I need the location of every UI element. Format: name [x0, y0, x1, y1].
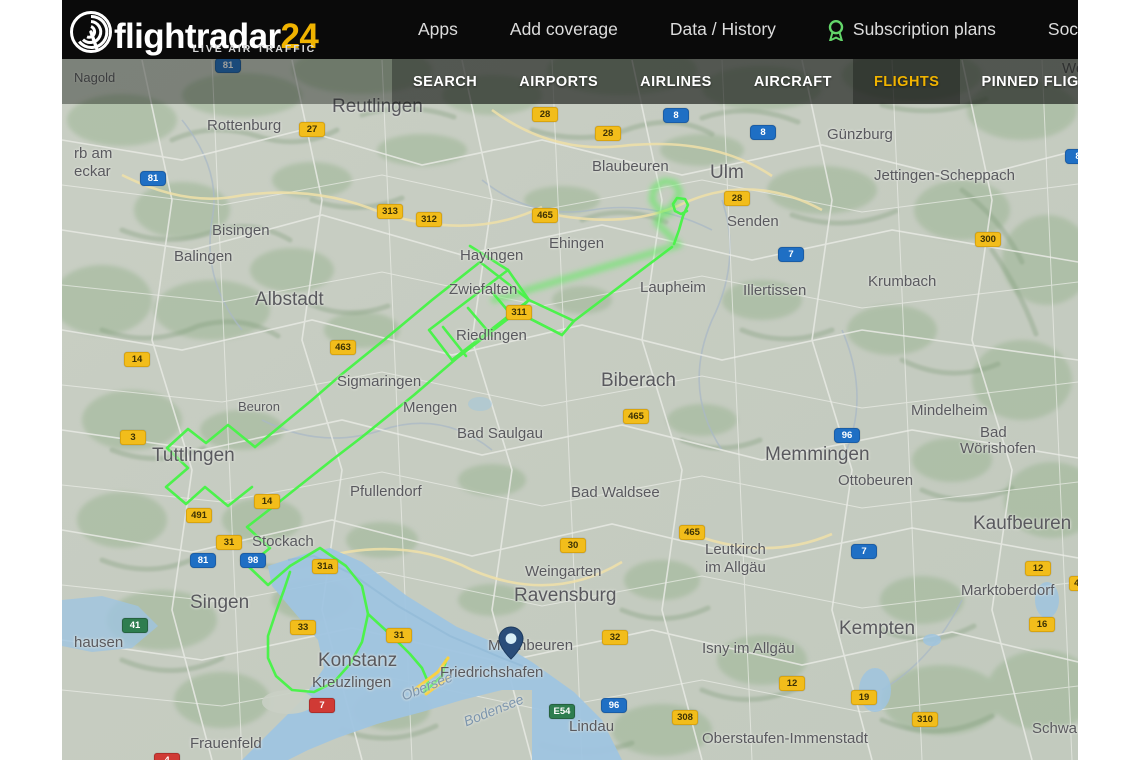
road-shield: 96	[601, 698, 627, 713]
road-shield: 28	[595, 126, 621, 141]
secondary-tabbar: SEARCH AIRPORTS AIRLINES AIRCRAFT FLIGHT…	[392, 59, 1078, 104]
road-shield: 14	[254, 494, 280, 509]
road-shield: 311	[506, 305, 532, 320]
road-shield: 31	[386, 628, 412, 643]
tab-pinned-flights[interactable]: PINNED FLIGHTS	[960, 59, 1078, 104]
road-shield: 41	[122, 618, 148, 633]
road-shield: 463	[330, 340, 356, 355]
road-shield: 7	[851, 544, 877, 559]
map-canvas[interactable]: Nagold Reutlingen Rottenburg rb am eckar Blau…	[62, 0, 1078, 760]
tab-aircraft[interactable]: AIRCRAFT	[732, 59, 853, 104]
nav-item-subscription-plans[interactable]: Subscription plans	[802, 19, 1022, 42]
road-shield: 12	[1025, 561, 1051, 576]
tab-airlines-label: AIRLINES	[640, 73, 712, 90]
map-graphics	[62, 0, 1078, 760]
road-shield: 14	[124, 352, 150, 367]
tab-pinned-flights-label: PINNED FLIGHTS	[981, 73, 1078, 90]
tab-flights[interactable]: FLIGHTS	[852, 59, 961, 104]
nav-item-subscription-plans-label: Subscription plans	[852, 19, 996, 39]
road-shield: 8	[663, 108, 689, 123]
road-shield: 81	[140, 171, 166, 186]
road-shield: 308	[672, 710, 698, 725]
road-shield: 8	[750, 125, 776, 140]
road-shield: 81	[215, 58, 241, 73]
primary-nav: Apps Add coverage Data / History Subscri…	[392, 0, 1078, 59]
road-shield: 28	[532, 107, 558, 122]
road-shield: 465	[532, 208, 558, 223]
road-shield: 7	[778, 247, 804, 262]
tab-search-label: SEARCH	[413, 73, 478, 90]
screenshot-root: Nagold Reutlingen Rottenburg rb am eckar Blau…	[0, 0, 1140, 760]
brand-logo[interactable]: flightradar24 LIVE AIR TRAFFIC	[70, 5, 319, 55]
road-shield: 16	[1029, 617, 1055, 632]
road-shield: 33	[290, 620, 316, 635]
aircraft-pin[interactable]	[498, 626, 524, 660]
nav-item-social[interactable]: Soc	[1022, 19, 1078, 40]
tab-airlines[interactable]: AIRLINES	[619, 59, 733, 104]
road-shield: 32	[602, 630, 628, 645]
brand-tagline: LIVE AIR TRAFFIC	[192, 43, 317, 55]
nav-item-social-label: Soc	[1047, 19, 1078, 39]
nav-item-add-coverage[interactable]: Add coverage	[484, 19, 644, 40]
road-shield: 472	[1069, 576, 1078, 591]
road-shield: 312	[416, 212, 442, 227]
site-header: flightradar24 LIVE AIR TRAFFIC Apps Add …	[62, 0, 1078, 59]
radar-spiral-icon	[70, 11, 112, 53]
road-shield: 8	[1065, 149, 1078, 164]
road-shield: 31	[216, 535, 242, 550]
award-ribbon-icon	[828, 19, 844, 42]
road-shield: 313	[377, 204, 403, 219]
nav-item-data-history-label: Data / History	[669, 19, 776, 39]
road-shield: 7	[309, 698, 335, 713]
map-pin-icon	[498, 626, 524, 660]
tab-aircraft-label: AIRCRAFT	[753, 73, 832, 90]
nav-item-apps[interactable]: Apps	[392, 19, 484, 40]
tab-airports-label: AIRPORTS	[519, 73, 599, 90]
road-shield: 465	[623, 409, 649, 424]
nav-item-add-coverage-label: Add coverage	[509, 19, 618, 39]
road-shield: 19	[851, 690, 877, 705]
road-shield: 465	[679, 525, 705, 540]
road-shield: 310	[912, 712, 938, 727]
road-shield: 28	[724, 191, 750, 206]
road-shield: 4	[154, 753, 180, 760]
road-shield: E54	[549, 704, 575, 719]
road-shield: 3	[120, 430, 146, 445]
road-shield: 12	[779, 676, 805, 691]
road-shield: 31a	[312, 559, 338, 574]
nav-item-apps-label: Apps	[418, 19, 458, 39]
flightradar24-app: Nagold Reutlingen Rottenburg rb am eckar Blau…	[62, 0, 1078, 760]
road-shield: 98	[240, 553, 266, 568]
road-shield: 96	[834, 428, 860, 443]
road-shield: 27	[299, 122, 325, 137]
nav-item-data-history[interactable]: Data / History	[644, 19, 802, 40]
road-shield: 30	[560, 538, 586, 553]
tab-flights-label: FLIGHTS	[873, 73, 940, 90]
road-shield: 491	[186, 508, 212, 523]
road-shield: 81	[190, 553, 216, 568]
road-shield: 300	[975, 232, 1001, 247]
tab-airports[interactable]: AIRPORTS	[498, 59, 620, 104]
tab-search[interactable]: SEARCH	[392, 59, 499, 104]
